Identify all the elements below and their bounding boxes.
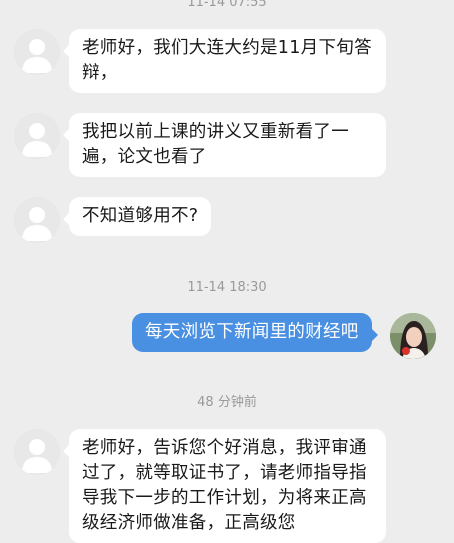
message-bubble[interactable]: 我把以前上课的讲义又重新看了一遍，论文也看了 [63, 113, 386, 177]
timestamp: 11-14 18:30 [187, 280, 267, 295]
message-text: 不知道够用不? [82, 206, 199, 226]
message-text: 老师好，我们大连大约是11月下旬答辩， [82, 38, 372, 83]
default-person-avatar-icon [14, 197, 60, 243]
message-text: 老师好，告诉您个好消息，我评审通过了，就等取证书了，请老师指导指导我下一步的工作… [82, 438, 367, 533]
timestamp: 48 分钟前 [197, 395, 257, 410]
contact-avatar[interactable] [14, 197, 60, 243]
message-bubble[interactable]: 老师好，告诉您个好消息，我评审通过了，就等取证书了，请老师指导指导我下一步的工作… [63, 429, 386, 543]
message-bubble-outgoing[interactable]: 每天浏览下新闻里的财经吧 [132, 313, 378, 352]
user-photo-avatar [390, 313, 436, 359]
message-text: 每天浏览下新闻里的财经吧 [145, 322, 359, 342]
message-text: 我把以前上课的讲义又重新看了一遍，论文也看了 [82, 122, 349, 167]
timestamp: 11-14 07:55 [187, 0, 267, 10]
contact-avatar[interactable] [14, 429, 60, 475]
contact-avatar[interactable] [14, 29, 60, 75]
message-bubble[interactable]: 老师好，我们大连大约是11月下旬答辩， [63, 29, 386, 93]
default-person-avatar-icon [14, 113, 60, 159]
my-avatar[interactable] [390, 313, 436, 359]
message-bubble[interactable]: 不知道够用不? [62, 197, 212, 236]
default-person-avatar-icon [14, 29, 60, 75]
default-person-avatar-icon [14, 429, 60, 475]
contact-avatar[interactable] [14, 113, 60, 159]
